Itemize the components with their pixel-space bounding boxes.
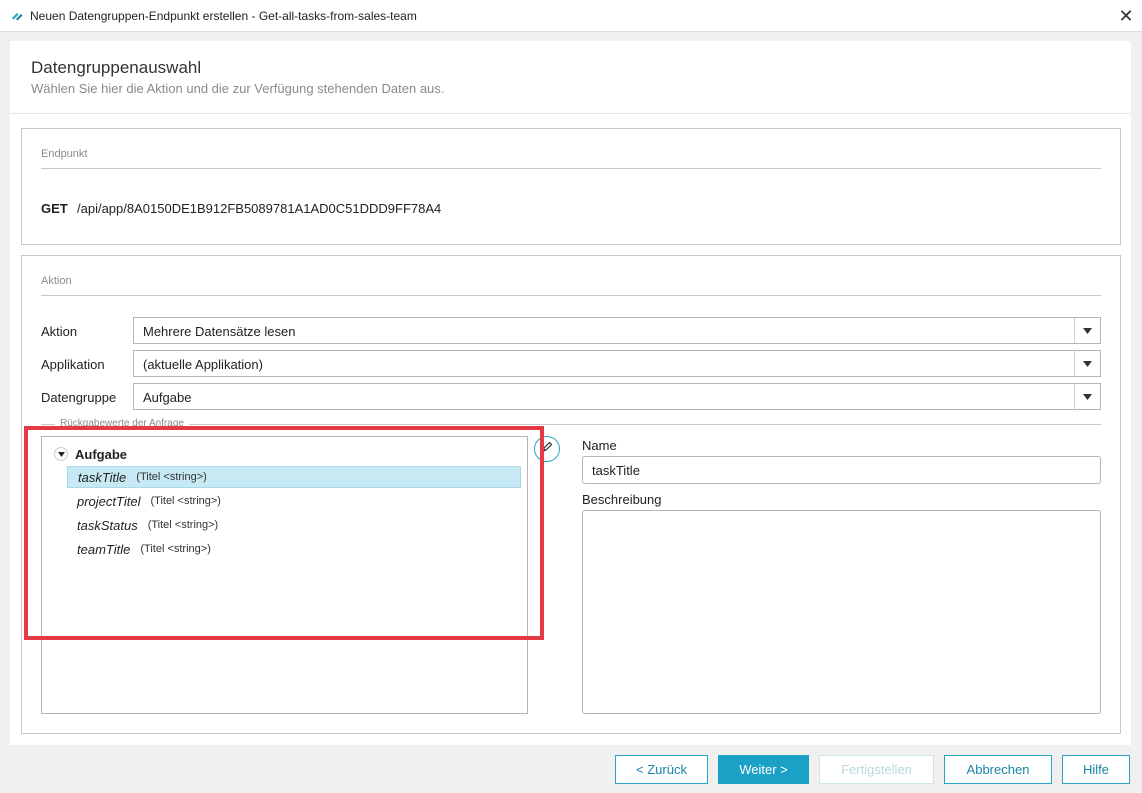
tree-item-taskTitle[interactable]: taskTitle (Titel <string>) bbox=[67, 466, 521, 488]
action-section: Aktion Aktion Mehrere Datensätze lesen A… bbox=[21, 255, 1121, 734]
back-button[interactable]: < Zurück bbox=[615, 755, 708, 784]
datagroup-label: Datengruppe bbox=[41, 390, 117, 405]
window-title: Neuen Datengruppen-Endpunkt erstellen - … bbox=[30, 9, 417, 23]
close-button[interactable]: ✕ bbox=[1110, 0, 1142, 32]
tree-item-name: taskStatus bbox=[77, 517, 138, 533]
next-button[interactable]: Weiter > bbox=[718, 755, 809, 784]
action-label: Aktion bbox=[41, 324, 78, 339]
name-label: Name bbox=[582, 438, 617, 453]
page-subtitle: Wählen Sie hier die Aktion und die zur V… bbox=[31, 81, 445, 96]
tree-item-name: projectTitel bbox=[77, 493, 141, 509]
wizard-footer: < Zurück Weiter > Fertigstellen Abbreche… bbox=[0, 745, 1142, 793]
tree-item-name: taskTitle bbox=[78, 469, 127, 485]
chevron-down-icon[interactable] bbox=[1074, 351, 1100, 376]
tree-item-type: (Titel <string>) bbox=[150, 495, 221, 507]
triangle-down-icon[interactable] bbox=[54, 447, 68, 461]
edit-button[interactable] bbox=[534, 436, 560, 462]
tree-item-name: teamTitle bbox=[77, 541, 131, 557]
action-select-value: Mehrere Datensätze lesen bbox=[143, 324, 296, 339]
wizard-header: Datengruppenauswahl Wählen Sie hier die … bbox=[10, 41, 1131, 114]
tree-root-label: Aufgabe bbox=[75, 446, 127, 462]
tree-item-type: (Titel <string>) bbox=[136, 471, 207, 483]
action-divider bbox=[41, 295, 1101, 296]
endpoint-path: /api/app/8A0150DE1B912FB5089781A1AD0C51D… bbox=[77, 201, 442, 216]
help-button[interactable]: Hilfe bbox=[1062, 755, 1130, 784]
endpoint-section: Endpunkt GET /api/app/8A0150DE1B912FB508… bbox=[21, 128, 1121, 245]
datagroup-select-value: Aufgabe bbox=[143, 390, 192, 405]
return-values-divider bbox=[41, 424, 1101, 425]
endpoint-divider bbox=[41, 168, 1101, 169]
pencil-icon bbox=[541, 440, 553, 458]
window-titlebar: Neuen Datengruppen-Endpunkt erstellen - … bbox=[0, 0, 1142, 32]
chevron-down-icon[interactable] bbox=[1074, 384, 1100, 409]
return-values-legend: Rückgabewerte der Anfrage bbox=[41, 418, 1101, 432]
tree-item-type: (Titel <string>) bbox=[140, 543, 211, 555]
chevron-down-icon[interactable] bbox=[1074, 318, 1100, 343]
endpoint-legend: Endpunkt bbox=[41, 148, 88, 160]
close-icon: ✕ bbox=[1118, 5, 1134, 26]
http-method: GET bbox=[41, 201, 68, 216]
application-select[interactable]: (aktuelle Applikation) bbox=[133, 350, 1101, 377]
tree-root-node[interactable]: Aufgabe bbox=[54, 445, 127, 463]
datagroup-select[interactable]: Aufgabe bbox=[133, 383, 1101, 410]
app-logo-icon bbox=[10, 9, 24, 23]
tree-item-taskStatus[interactable]: taskStatus (Titel <string>) bbox=[67, 514, 521, 536]
finish-button[interactable]: Fertigstellen bbox=[819, 755, 934, 784]
name-input[interactable] bbox=[582, 456, 1101, 484]
tree-item-teamTitle[interactable]: teamTitle (Titel <string>) bbox=[67, 538, 521, 560]
tree-item-projectTitel[interactable]: projectTitel (Titel <string>) bbox=[67, 490, 521, 512]
cancel-button[interactable]: Abbrechen bbox=[944, 755, 1052, 784]
application-select-value: (aktuelle Applikation) bbox=[143, 357, 263, 372]
tree-item-type: (Titel <string>) bbox=[147, 519, 219, 531]
action-select[interactable]: Mehrere Datensätze lesen bbox=[133, 317, 1101, 344]
application-label: Applikation bbox=[41, 357, 105, 372]
return-values-legend-text: Rückgabewerte der Anfrage bbox=[55, 418, 189, 429]
wizard-content: Endpunkt GET /api/app/8A0150DE1B912FB508… bbox=[10, 114, 1131, 745]
description-textarea[interactable] bbox=[582, 510, 1101, 714]
description-label: Beschreibung bbox=[582, 492, 662, 507]
page-title: Datengruppenauswahl bbox=[31, 58, 202, 77]
action-legend: Aktion bbox=[41, 275, 72, 287]
return-values-tree[interactable]: Aufgabe taskTitle (Titel <string>) proje… bbox=[41, 436, 528, 714]
